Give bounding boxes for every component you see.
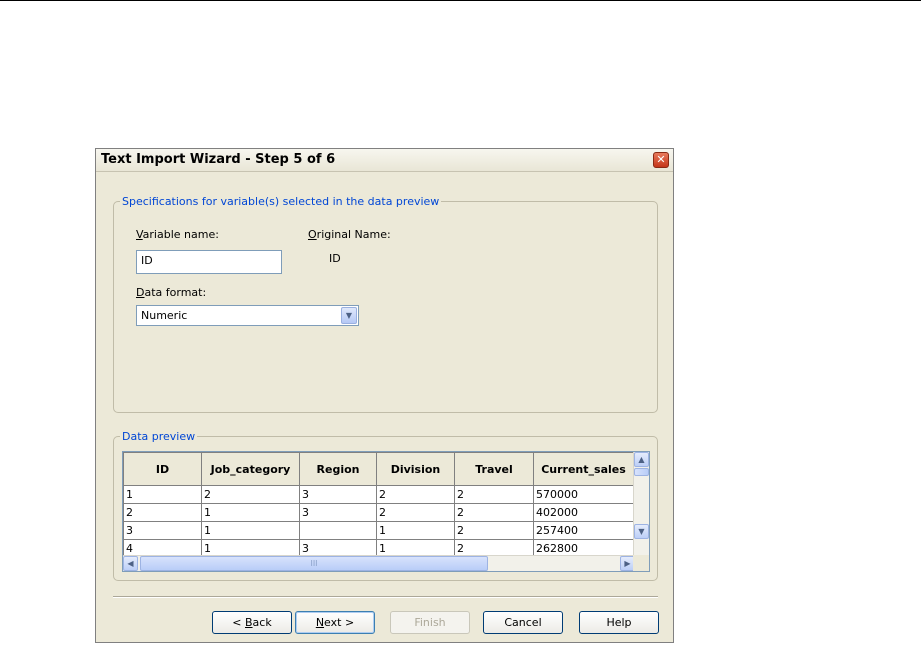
title-bar[interactable]: Text Import Wizard - Step 5 of 6 ✕ — [96, 149, 673, 172]
data-format-select[interactable]: Numeric ▼ — [136, 305, 359, 326]
scroll-down-icon[interactable]: ▼ — [634, 524, 649, 539]
specifications-legend: Specifications for variable(s) selected … — [120, 195, 442, 208]
data-preview-table: ID Job_category Region Division Travel C… — [123, 452, 634, 556]
table-row: 4 1 3 1 2 262800 — [123, 539, 634, 556]
table-cell[interactable]: 4 — [123, 539, 202, 556]
table-cell[interactable]: 2 — [454, 485, 534, 504]
data-preview-legend: Data preview — [120, 430, 198, 443]
column-header[interactable]: Current_sales — [533, 452, 634, 486]
column-header[interactable]: Division — [376, 452, 455, 486]
table-cell[interactable]: 2 — [454, 539, 534, 556]
table-cell[interactable]: 402000 — [533, 503, 634, 522]
table-cell[interactable]: 2 — [123, 503, 202, 522]
vertical-scroll-thumb[interactable] — [634, 468, 649, 476]
table-cell[interactable]: 2 — [376, 485, 455, 504]
table-cell[interactable]: 1 — [201, 521, 300, 540]
table-cell[interactable]: 3 — [299, 503, 377, 522]
horizontal-scrollbar[interactable]: ◀ III ▶ — [123, 555, 635, 571]
help-button[interactable]: Help — [579, 611, 659, 634]
vertical-scrollbar[interactable]: ▲ ▼ — [633, 452, 649, 556]
back-button[interactable]: < Back — [212, 611, 292, 634]
table-row: 3 1 1 2 257400 — [123, 521, 634, 540]
table-row: 2 1 3 2 2 402000 — [123, 503, 634, 522]
table-cell[interactable]: 1 — [376, 539, 455, 556]
data-format-value: Numeric — [141, 309, 188, 322]
table-cell[interactable] — [299, 521, 377, 540]
table-cell[interactable]: 570000 — [533, 485, 634, 504]
horizontal-scroll-thumb[interactable]: III — [140, 556, 488, 571]
table-cell[interactable]: 1 — [201, 503, 300, 522]
scroll-up-icon[interactable]: ▲ — [634, 452, 649, 467]
scroll-left-icon[interactable]: ◀ — [123, 556, 138, 571]
table-cell[interactable]: 1 — [123, 485, 202, 504]
table-row: 1 2 3 2 2 570000 — [123, 485, 634, 504]
table-cell[interactable]: 2 — [201, 485, 300, 504]
button-separator — [113, 596, 658, 598]
close-icon[interactable]: ✕ — [653, 152, 669, 168]
data-format-label: Data format: — [136, 286, 207, 299]
table-cell[interactable]: 3 — [299, 485, 377, 504]
dialog-title: Text Import Wizard - Step 5 of 6 — [101, 152, 336, 167]
original-name-value: ID — [329, 252, 341, 265]
column-header[interactable]: ID — [123, 452, 202, 486]
table-cell[interactable]: 257400 — [533, 521, 634, 540]
finish-button[interactable]: Finish — [390, 611, 470, 634]
variable-name-input[interactable]: ID — [136, 250, 282, 274]
table-cell[interactable]: 1 — [376, 521, 455, 540]
column-header[interactable]: Region — [299, 452, 377, 486]
original-name-label: Original Name: — [308, 228, 391, 241]
scrollbar-corner — [633, 555, 649, 571]
data-preview-grid[interactable]: ID Job_category Region Division Travel C… — [122, 451, 650, 572]
text-import-wizard-dialog: Text Import Wizard - Step 5 of 6 ✕ Speci… — [95, 148, 674, 643]
table-cell[interactable]: 3 — [299, 539, 377, 556]
column-header[interactable]: Job_category — [201, 452, 300, 486]
table-cell[interactable]: 2 — [376, 503, 455, 522]
chevron-down-icon[interactable]: ▼ — [341, 307, 357, 324]
data-preview-group: Data preview ID Job_category Region Divi… — [113, 430, 658, 581]
cancel-button[interactable]: Cancel — [483, 611, 563, 634]
column-header[interactable]: Travel — [454, 452, 534, 486]
table-header-row: ID Job_category Region Division Travel C… — [123, 452, 634, 486]
table-cell[interactable]: 2 — [454, 521, 534, 540]
table-cell[interactable]: 2 — [454, 503, 534, 522]
next-button[interactable]: Next > — [295, 611, 375, 634]
data-preview-viewport: ID Job_category Region Division Travel C… — [123, 452, 635, 556]
top-rule — [0, 0, 921, 1]
table-cell[interactable]: 3 — [123, 521, 202, 540]
specifications-group: Specifications for variable(s) selected … — [113, 195, 658, 413]
table-cell[interactable]: 262800 — [533, 539, 634, 556]
variable-name-label: Variable name: — [136, 228, 219, 241]
table-cell[interactable]: 1 — [201, 539, 300, 556]
